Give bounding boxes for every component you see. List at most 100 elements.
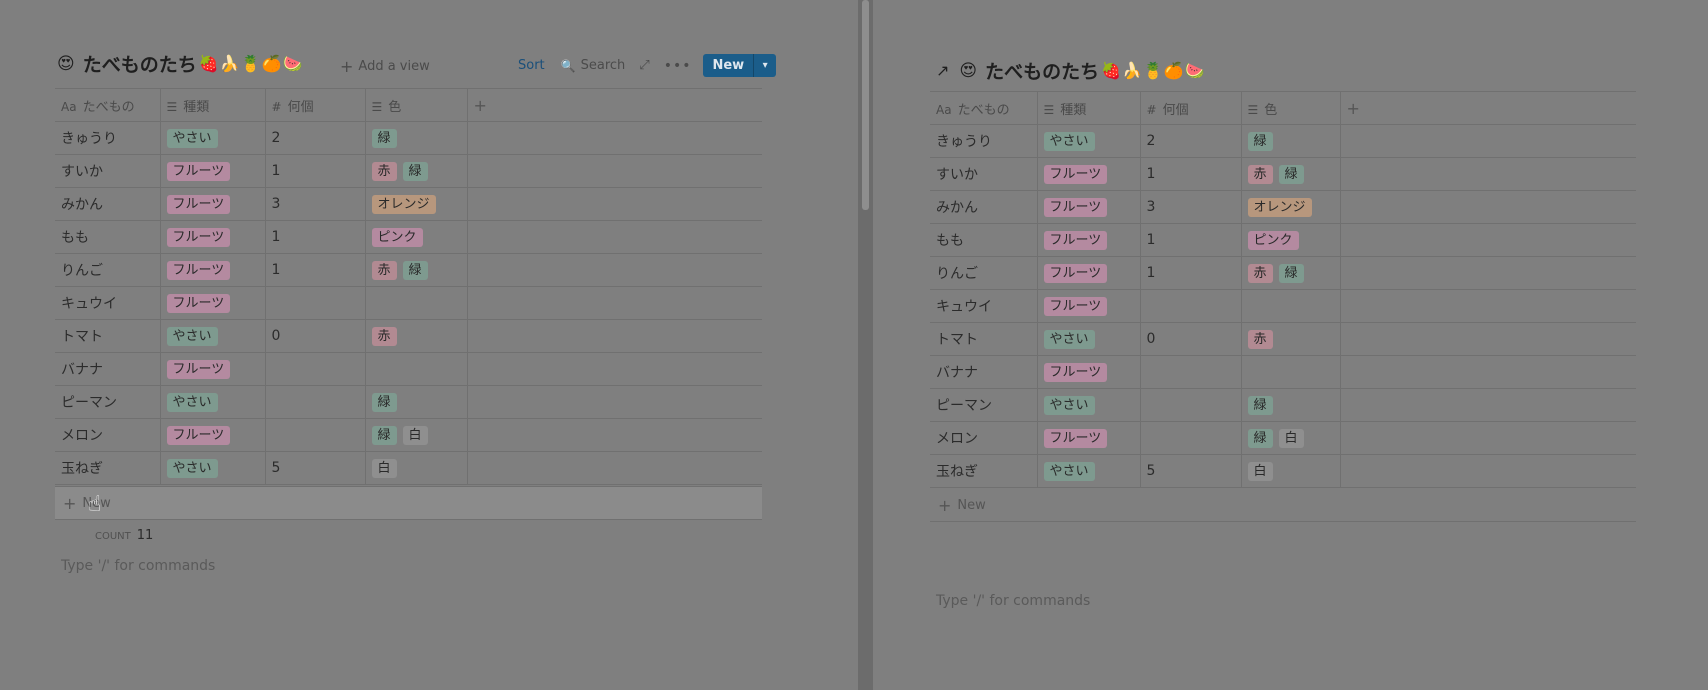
- cell-name[interactable]: ピーマン: [55, 385, 161, 419]
- table-row[interactable]: きゅうり やさい 2 緑: [930, 124, 1636, 158]
- cell-color[interactable]: 赤緑: [365, 154, 468, 188]
- more-options-icon[interactable]: •••: [664, 58, 692, 74]
- cell-name[interactable]: バナナ: [55, 352, 161, 386]
- cell-name[interactable]: ピーマン: [930, 388, 1038, 422]
- cell-kind[interactable]: やさい: [160, 385, 266, 419]
- cell-kind[interactable]: フルーツ: [1037, 256, 1141, 290]
- cell-color[interactable]: [1241, 289, 1341, 323]
- table-row[interactable]: ピーマン やさい 緑: [55, 385, 762, 419]
- cell-kind[interactable]: フルーツ: [1037, 421, 1141, 455]
- cell-kind[interactable]: フルーツ: [160, 418, 266, 452]
- count-summary[interactable]: COUNT 11: [95, 528, 153, 543]
- cell-kind[interactable]: フルーツ: [1037, 355, 1141, 389]
- cell-kind[interactable]: フルーツ: [160, 286, 266, 320]
- cell-kind[interactable]: やさい: [1037, 322, 1141, 356]
- table-row[interactable]: ピーマン やさい 緑: [930, 388, 1636, 422]
- cell-color[interactable]: 赤緑: [1241, 256, 1341, 290]
- cell-kind[interactable]: フルーツ: [160, 187, 266, 221]
- sort-button[interactable]: Sort: [518, 58, 545, 73]
- table-row[interactable]: りんご フルーツ 1 赤緑: [930, 256, 1636, 290]
- table-row[interactable]: すいか フルーツ 1 赤緑: [930, 157, 1636, 191]
- table-row[interactable]: りんご フルーツ 1 赤緑: [55, 253, 762, 287]
- cell-name[interactable]: すいか: [930, 157, 1038, 191]
- cell-kind[interactable]: やさい: [1037, 388, 1141, 422]
- cell-color[interactable]: 緑: [365, 385, 468, 419]
- cell-name[interactable]: きゅうり: [930, 124, 1038, 158]
- cell-kind[interactable]: フルーツ: [1037, 223, 1141, 257]
- search-button[interactable]: 🔍 Search: [561, 58, 626, 73]
- cell-count[interactable]: 0: [265, 319, 366, 353]
- cell-kind[interactable]: フルーツ: [1037, 190, 1141, 224]
- cell-count[interactable]: [1140, 289, 1242, 323]
- cell-name[interactable]: りんご: [930, 256, 1038, 290]
- cell-count[interactable]: 1: [1140, 223, 1242, 257]
- table-row[interactable]: メロン フルーツ 緑白: [930, 421, 1636, 455]
- cell-color[interactable]: [365, 286, 468, 320]
- cell-name[interactable]: メロン: [930, 421, 1038, 455]
- cell-count[interactable]: 2: [265, 121, 366, 155]
- cell-kind[interactable]: フルーツ: [1037, 289, 1141, 323]
- cell-count[interactable]: 3: [265, 187, 366, 221]
- cell-color[interactable]: 赤: [1241, 322, 1341, 356]
- column-header-name[interactable]: Aa たべもの: [55, 88, 161, 122]
- cell-count[interactable]: [1140, 421, 1242, 455]
- cell-count[interactable]: [265, 385, 366, 419]
- cell-color[interactable]: 白: [1241, 454, 1341, 488]
- cell-color[interactable]: 緑白: [365, 418, 468, 452]
- cell-count[interactable]: 0: [1140, 322, 1242, 356]
- cell-color[interactable]: 緑: [365, 121, 468, 155]
- column-header-kind[interactable]: ☰ 種類: [160, 88, 266, 122]
- cell-color[interactable]: 緑白: [1241, 421, 1341, 455]
- cell-kind[interactable]: やさい: [1037, 124, 1141, 158]
- cell-name[interactable]: すいか: [55, 154, 161, 188]
- new-button[interactable]: New ▾: [703, 54, 777, 77]
- table-row[interactable]: もも フルーツ 1 ピンク: [930, 223, 1636, 257]
- cell-count[interactable]: [265, 352, 366, 386]
- table-row[interactable]: トマト やさい 0 赤: [55, 319, 762, 353]
- table-row[interactable]: メロン フルーツ 緑白: [55, 418, 762, 452]
- cell-count[interactable]: [265, 286, 366, 320]
- cell-count[interactable]: [265, 418, 366, 452]
- cell-kind[interactable]: やさい: [160, 451, 266, 485]
- cell-count[interactable]: 1: [1140, 157, 1242, 191]
- cell-kind[interactable]: フルーツ: [160, 220, 266, 254]
- cell-kind[interactable]: フルーツ: [1037, 157, 1141, 191]
- cell-name[interactable]: キュウイ: [55, 286, 161, 320]
- column-header-name[interactable]: Aa たべもの: [930, 91, 1038, 125]
- cell-count[interactable]: 1: [265, 253, 366, 287]
- cell-color[interactable]: [1241, 355, 1341, 389]
- cell-color[interactable]: 赤緑: [365, 253, 468, 287]
- cell-kind[interactable]: フルーツ: [160, 352, 266, 386]
- cell-kind[interactable]: やさい: [1037, 454, 1141, 488]
- column-header-color[interactable]: ☰ 色: [1241, 91, 1341, 125]
- column-header-kind[interactable]: ☰ 種類: [1037, 91, 1141, 125]
- cell-name[interactable]: キュウイ: [930, 289, 1038, 323]
- table-row[interactable]: すいか フルーツ 1 赤緑: [55, 154, 762, 188]
- table-row[interactable]: みかん フルーツ 3 オレンジ: [930, 190, 1636, 224]
- cell-color[interactable]: 緑: [1241, 388, 1341, 422]
- cell-kind[interactable]: やさい: [160, 319, 266, 353]
- command-placeholder[interactable]: Type '/' for commands: [936, 593, 1090, 609]
- table-row[interactable]: もも フルーツ 1 ピンク: [55, 220, 762, 254]
- pane-divider[interactable]: [858, 0, 873, 690]
- table-row[interactable]: キュウイ フルーツ: [930, 289, 1636, 323]
- cell-color[interactable]: 赤: [365, 319, 468, 353]
- cell-name[interactable]: みかん: [930, 190, 1038, 224]
- add-column-button[interactable]: +: [467, 88, 762, 122]
- cell-kind[interactable]: やさい: [160, 121, 266, 155]
- command-placeholder[interactable]: Type '/' for commands: [61, 558, 215, 574]
- cell-name[interactable]: もも: [930, 223, 1038, 257]
- cell-color[interactable]: [365, 352, 468, 386]
- scrollbar-thumb[interactable]: [862, 0, 869, 210]
- cell-color[interactable]: オレンジ: [365, 187, 468, 221]
- database-title[interactable]: 😍 たべものたち 🍓🍌🍍🍊🍉: [57, 50, 303, 77]
- cell-count[interactable]: 5: [1140, 454, 1242, 488]
- cell-name[interactable]: りんご: [55, 253, 161, 287]
- table-row[interactable]: トマト やさい 0 赤: [930, 322, 1636, 356]
- add-column-button[interactable]: +: [1340, 91, 1636, 125]
- cell-color[interactable]: 緑: [1241, 124, 1341, 158]
- cell-color[interactable]: ピンク: [365, 220, 468, 254]
- column-header-color[interactable]: ☰ 色: [365, 88, 468, 122]
- cell-count[interactable]: 1: [265, 220, 366, 254]
- table-row[interactable]: バナナ フルーツ: [930, 355, 1636, 389]
